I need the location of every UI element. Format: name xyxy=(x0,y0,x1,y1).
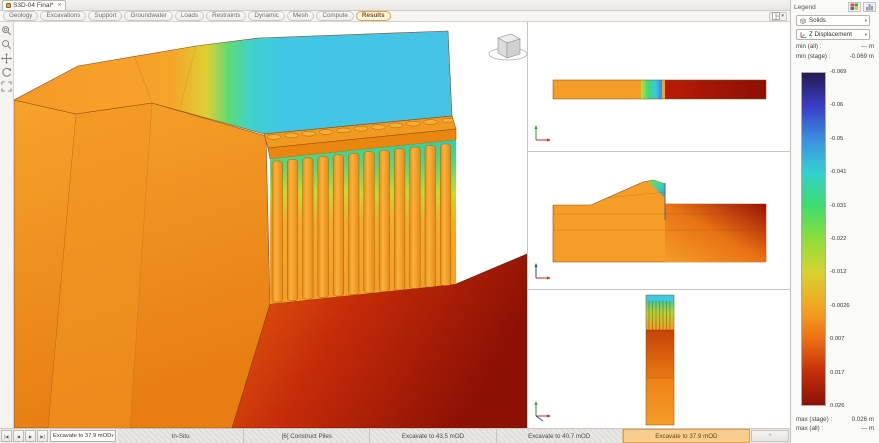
plan-view-model xyxy=(528,22,790,152)
axis-triad xyxy=(535,263,552,280)
colorbar-tick: -0.022 xyxy=(830,236,846,242)
viewport-layout-button[interactable]: ▾ xyxy=(769,12,787,21)
colorbar-tick: -0.06 xyxy=(830,102,843,108)
previous-stage-button[interactable]: ◀ xyxy=(13,430,24,442)
ribbon-tab-groundwater[interactable]: Groundwater xyxy=(124,11,172,21)
colorbar-tick: -0.0026 xyxy=(830,303,850,309)
rotate-view-icon[interactable] xyxy=(1,66,13,78)
main-3d-viewport[interactable] xyxy=(14,22,527,428)
cube-icon xyxy=(799,17,807,25)
last-stage-button[interactable]: ▶| xyxy=(37,430,48,442)
colorbar-tick: 0.017 xyxy=(830,370,845,376)
max-stage-row: max (stage) : 0.026 m xyxy=(796,416,874,423)
legend-header: Legend xyxy=(794,2,876,12)
ribbon-tab-mesh[interactable]: Mesh xyxy=(287,11,314,21)
ribbon-tab-geology[interactable]: Geology xyxy=(3,11,38,21)
colorbar-tick: -0.012 xyxy=(830,269,846,275)
stage-selector-value: Excavate to 37.9 mOD xyxy=(53,433,111,439)
contour-type-dropdown[interactable]: Z Displacement ▾ xyxy=(796,29,870,40)
contour-type-label: Z Displacement xyxy=(809,31,852,38)
ribbon-tab-support[interactable]: Support xyxy=(88,11,122,21)
section-view-model xyxy=(528,152,790,290)
colorbar-tick: 0.026 xyxy=(830,403,845,409)
chevron-down-icon: ▾ xyxy=(781,13,784,19)
document-tab[interactable]: S3D-04 Final* × xyxy=(2,0,66,10)
chevron-down-icon: ▾ xyxy=(111,433,113,439)
stage-tab-in-situ[interactable]: In-Situ xyxy=(118,429,244,443)
max-all-value: --- m xyxy=(861,425,874,432)
min-all-value: --- m xyxy=(861,43,874,50)
colorbar-tick: -0.05 xyxy=(830,136,843,142)
pan-icon[interactable] xyxy=(1,52,13,64)
solids-dropdown-label: Solids xyxy=(809,17,826,24)
viewport-section[interactable] xyxy=(528,152,790,290)
zoom-extents-icon[interactable] xyxy=(1,80,13,92)
document-icon xyxy=(6,3,11,8)
max-stage-label: max (stage) : xyxy=(796,416,832,423)
elevation-view-model xyxy=(528,290,790,428)
pile-wall xyxy=(270,140,456,304)
legend-panel: Legend So xyxy=(790,0,879,443)
chevron-down-icon: ▾ xyxy=(865,32,867,38)
min-all-row: min (all) : --- m xyxy=(796,43,874,50)
titlebar: S3D-04 Final* × xyxy=(0,0,790,11)
colorbar-tick: 0.007 xyxy=(830,336,845,342)
close-icon[interactable]: × xyxy=(57,3,61,9)
colorbar-tick: -0.041 xyxy=(830,169,846,175)
stage-tab-excavate-43-5[interactable]: Excavate to 43.5 mOD xyxy=(370,429,496,443)
stage-selector-dropdown[interactable]: Excavate to 37.9 mOD ▾ xyxy=(50,430,116,442)
ribbon-tab-compute[interactable]: Compute xyxy=(316,11,354,21)
app-window: S3D-04 Final* × Geology Excavations Supp… xyxy=(0,0,879,443)
histogram-icon xyxy=(865,3,874,11)
colorbar-tick: -0.031 xyxy=(830,203,846,209)
max-all-label: max (all) : xyxy=(796,425,823,432)
first-stage-button[interactable]: |◀ xyxy=(1,430,12,442)
view-cube[interactable] xyxy=(489,34,527,60)
axis-triad xyxy=(535,401,552,421)
stage-tab-construct-piles[interactable]: [6] Construct Piles xyxy=(244,429,370,443)
axis-icon xyxy=(799,31,807,39)
colorbar-area: -0.069 -0.06 -0.05 -0.041 -0.031 -0.022 … xyxy=(801,72,876,406)
stage-overflow-button[interactable]: + xyxy=(751,430,789,442)
viewport-elevation[interactable] xyxy=(528,290,790,428)
min-stage-value: -0.069 m xyxy=(850,53,874,60)
side-viewports xyxy=(527,22,790,428)
contour-options-button[interactable] xyxy=(848,2,861,12)
chevron-down-icon: ▾ xyxy=(865,18,867,24)
next-stage-button[interactable]: ▶ xyxy=(25,430,36,442)
document-title: S3D-04 Final* xyxy=(13,2,53,9)
color-grid-icon xyxy=(850,3,859,11)
ribbon-tab-bar: Geology Excavations Support Groundwater … xyxy=(0,11,790,22)
zoom-window-icon[interactable] xyxy=(1,24,13,36)
min-all-label: min (all) : xyxy=(796,43,821,50)
min-stage-row: min (stage) : -0.069 m xyxy=(796,53,874,60)
ribbon-tab-excavations[interactable]: Excavations xyxy=(40,11,86,21)
viewport-grid-icon xyxy=(772,12,780,20)
histogram-button[interactable] xyxy=(863,2,876,12)
stage-tab-excavate-40-7[interactable]: Excavate to 40.7 mOD xyxy=(497,429,623,443)
legend-colorbar xyxy=(801,72,826,406)
stage-bar: |◀ ◀ ▶ ▶| Excavate to 37.9 mOD ▾ In-Situ… xyxy=(0,428,790,443)
min-stage-label: min (stage) : xyxy=(796,53,830,60)
workspace xyxy=(0,22,790,428)
ribbon-tab-loads[interactable]: Loads xyxy=(175,11,204,21)
max-all-row: max (all) : --- m xyxy=(796,425,874,432)
ribbon-tab-dynamic[interactable]: Dynamic xyxy=(248,11,285,21)
max-stage-value: 0.026 m xyxy=(852,416,874,423)
view-toolbar xyxy=(0,22,14,428)
ribbon-tab-results[interactable]: Results xyxy=(356,11,391,21)
stage-tab-excavate-37-9[interactable]: Excavate to 37.9 mOD xyxy=(623,429,750,443)
legend-title: Legend xyxy=(794,4,816,11)
legend-bottom: max (stage) : 0.026 m max (all) : --- m xyxy=(794,414,876,432)
main-3d-model xyxy=(14,22,527,428)
solids-dropdown[interactable]: Solids ▾ xyxy=(796,15,870,26)
viewport-plan[interactable] xyxy=(528,22,790,152)
colorbar-tick: -0.069 xyxy=(830,69,846,75)
zoom-icon[interactable] xyxy=(1,38,13,50)
ribbon-tab-restraints[interactable]: Restraints xyxy=(206,11,246,21)
axis-triad xyxy=(535,125,552,142)
main-column: S3D-04 Final* × Geology Excavations Supp… xyxy=(0,0,790,443)
